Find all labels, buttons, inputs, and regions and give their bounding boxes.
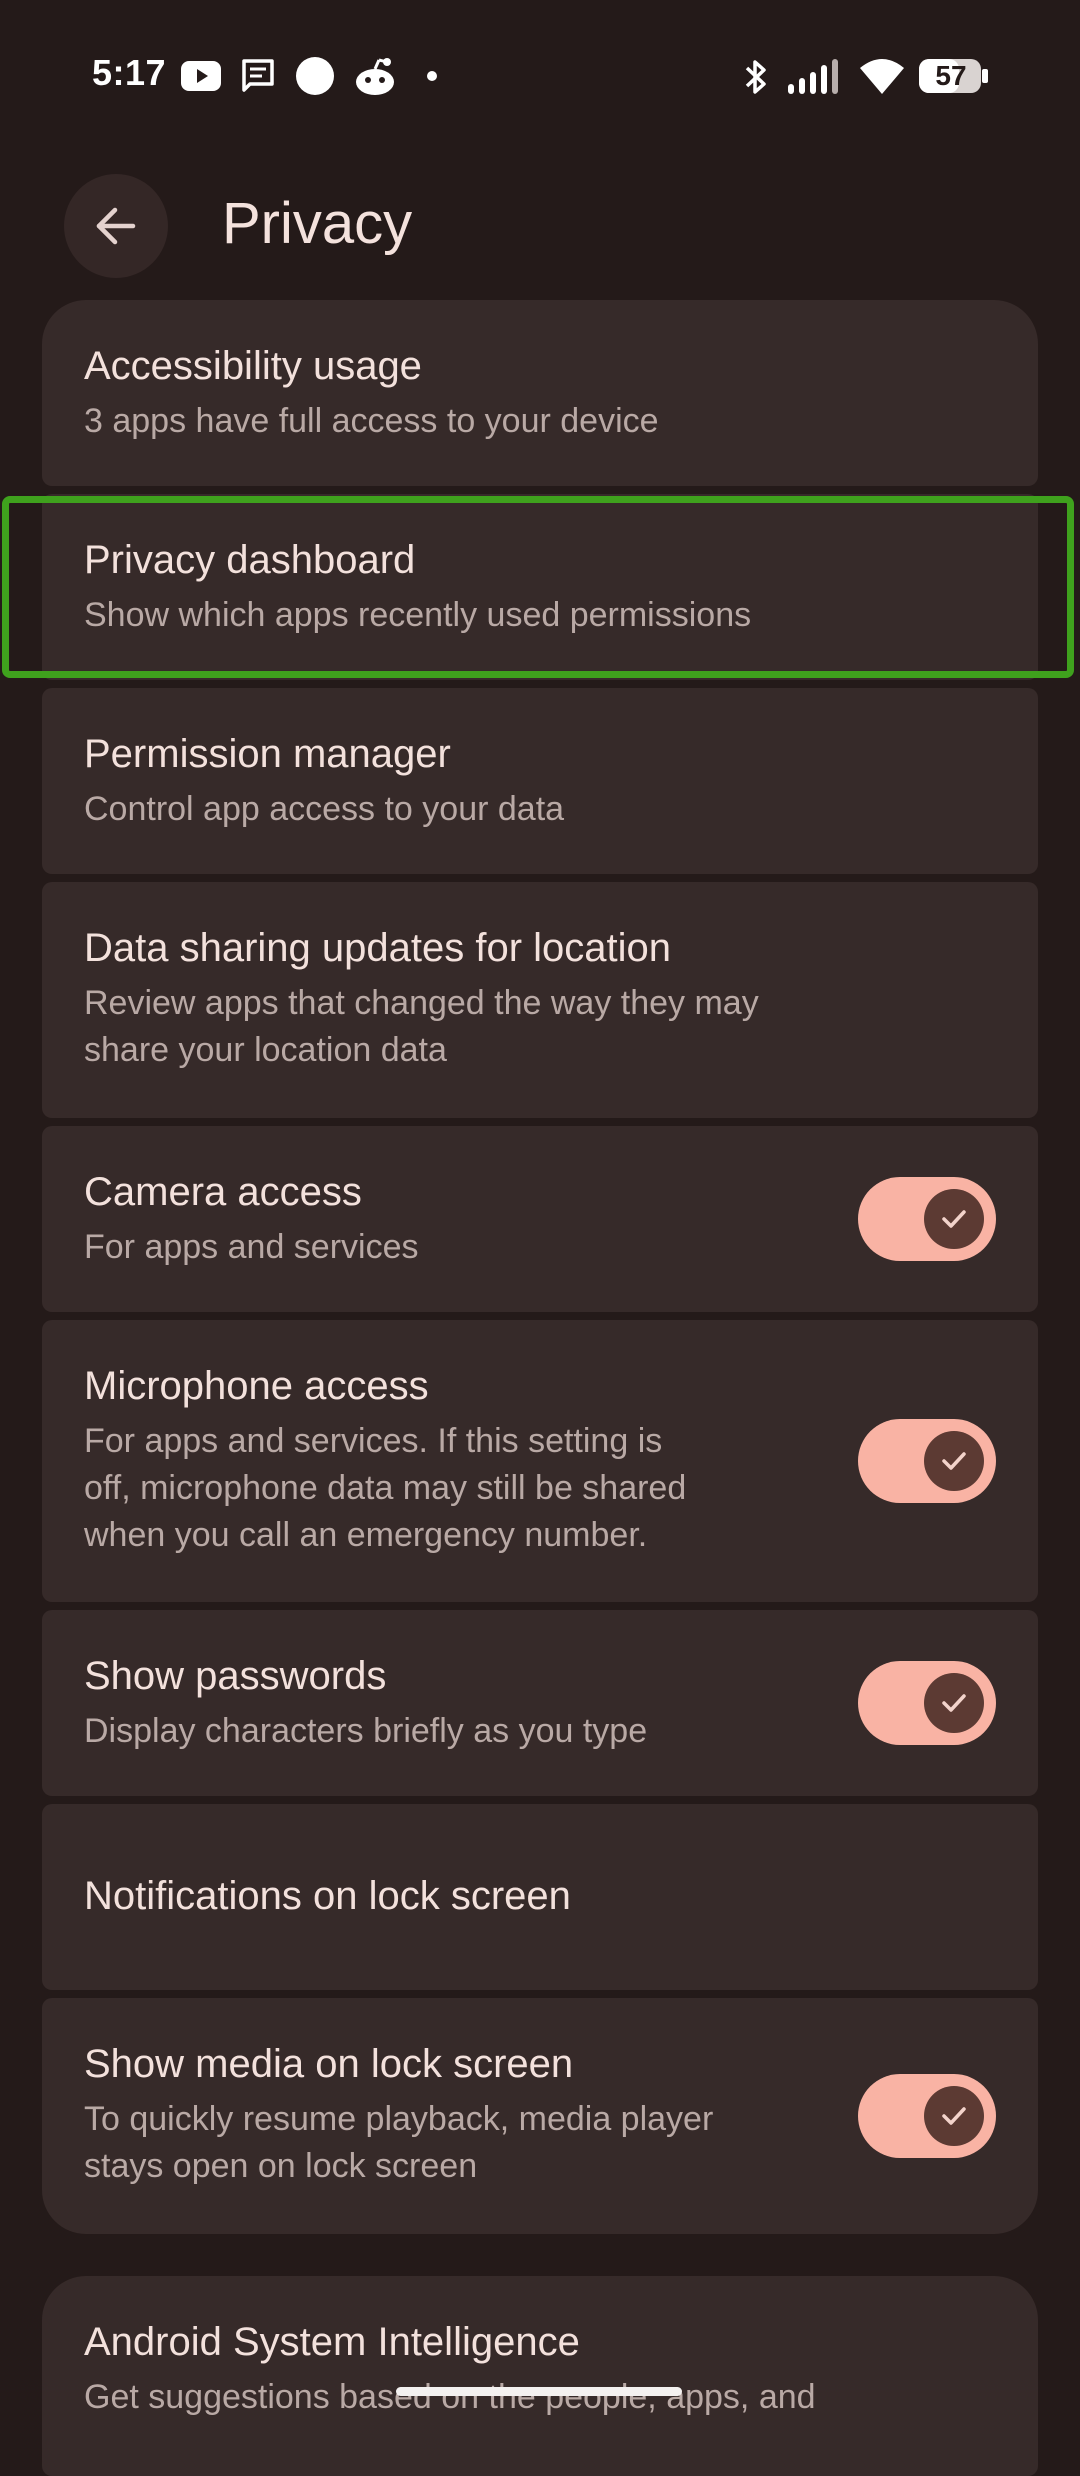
item-summary-line: stays open on lock screen (84, 2147, 478, 2185)
item-title: Accessibility usage (84, 344, 422, 388)
gesture-nav-handle[interactable] (396, 2387, 682, 2396)
item-summary: 3 apps have full access to your device (84, 402, 659, 440)
show-media-lock-screen-item[interactable]: Show media on lock screen To quickly res… (42, 1998, 1038, 2234)
item-summary: Get suggestions based on the people, app… (84, 2378, 816, 2416)
wifi-icon (860, 59, 904, 94)
status-bar: 5:17 57 (0, 0, 1080, 150)
item-title: Android System Intelligence (84, 2320, 580, 2364)
android-system-intelligence-item[interactable]: Android System Intelligence Get suggesti… (42, 2276, 1038, 2476)
page-title: Privacy (222, 191, 413, 256)
camera-access-item[interactable]: Camera access For apps and services (42, 1126, 1038, 1312)
check-icon (942, 2107, 966, 2125)
camera-access-switch[interactable] (858, 1177, 996, 1261)
item-title: Show media on lock screen (84, 2042, 574, 2086)
item-summary: Show which apps recently used permission… (84, 596, 752, 634)
check-icon (942, 1210, 966, 1228)
microphone-access-switch[interactable] (858, 1419, 996, 1503)
microphone-access-item[interactable]: Microphone access For apps and services.… (42, 1320, 1038, 1602)
item-summary-line: To quickly resume playback, media player (84, 2100, 714, 2138)
switch-thumb (924, 2086, 984, 2146)
data-sharing-updates-item[interactable]: Data sharing updates for location Review… (42, 882, 1038, 1118)
battery-percent: 57 (935, 60, 967, 91)
item-summary-line: share your location data (84, 1031, 447, 1069)
item-summary-line: Review apps that changed the way they ma… (84, 984, 759, 1022)
item-summary: Display characters briefly as you type (84, 1712, 648, 1750)
status-time: 5:17 (92, 52, 167, 93)
show-passwords-switch[interactable] (858, 1661, 996, 1745)
permission-manager-item[interactable]: Permission manager Control app access to… (42, 688, 1038, 874)
item-title: Permission manager (84, 732, 451, 776)
switch-thumb (924, 1189, 984, 1249)
item-summary: For apps and services (84, 1228, 419, 1266)
item-summary-line: off, microphone data may still be shared (84, 1469, 687, 1507)
item-summary-line: For apps and services. If this setting i… (84, 1422, 663, 1460)
switch-thumb (924, 1673, 984, 1733)
privacy-dashboard-item[interactable]: Privacy dashboard Show which apps recent… (42, 494, 1038, 680)
check-icon (942, 1452, 966, 1470)
switch-thumb (924, 1431, 984, 1491)
item-title: Notifications on lock screen (84, 1874, 571, 1918)
item-summary-line: when you call an emergency number. (84, 1516, 648, 1554)
battery-icon: 57 (918, 58, 990, 94)
accessibility-usage-item[interactable]: Accessibility usage 3 apps have full acc… (42, 300, 1038, 486)
dot-icon (427, 71, 437, 81)
circle-icon (296, 57, 334, 95)
arrow-back-icon (96, 207, 136, 245)
item-title: Data sharing updates for location (84, 926, 672, 970)
item-title: Privacy dashboard (84, 538, 416, 582)
reddit-icon (356, 58, 394, 95)
bluetooth-icon (745, 60, 766, 94)
show-media-switch[interactable] (858, 2074, 996, 2158)
item-title: Show passwords (84, 1654, 387, 1698)
back-button[interactable] (64, 174, 168, 278)
show-passwords-item[interactable]: Show passwords Display characters briefl… (42, 1610, 1038, 1796)
signal-icon (788, 59, 838, 94)
item-summary: Control app access to your data (84, 790, 565, 828)
item-title: Microphone access (84, 1364, 429, 1408)
message-icon (242, 59, 274, 92)
youtube-icon (181, 61, 221, 91)
check-icon (942, 1694, 966, 1712)
item-title: Camera access (84, 1170, 362, 1214)
notifications-lock-screen-item[interactable]: Notifications on lock screen (42, 1804, 1038, 1990)
